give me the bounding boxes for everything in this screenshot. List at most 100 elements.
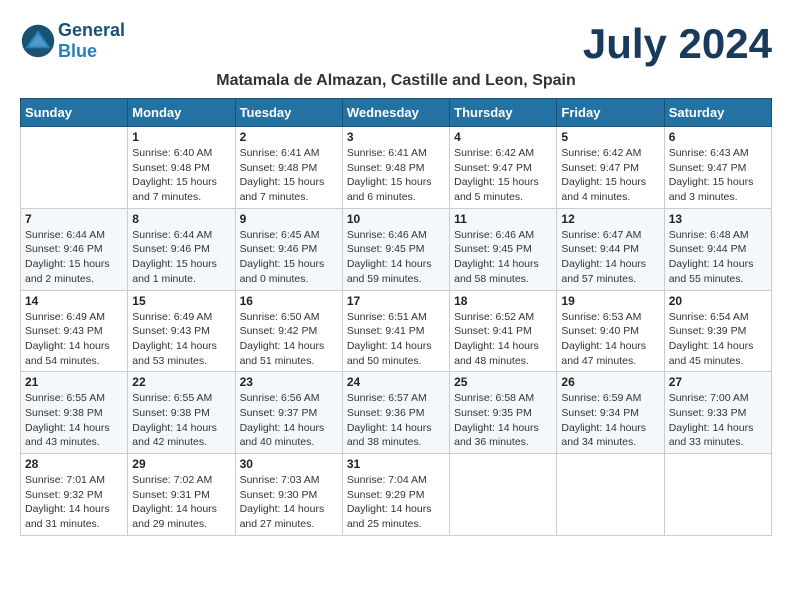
day-number: 18 (454, 294, 552, 308)
day-info: Sunrise: 6:42 AM Sunset: 9:47 PM Dayligh… (454, 146, 552, 205)
day-cell: 14Sunrise: 6:49 AM Sunset: 9:43 PM Dayli… (21, 290, 128, 372)
day-info: Sunrise: 6:46 AM Sunset: 9:45 PM Dayligh… (347, 228, 445, 287)
day-cell: 18Sunrise: 6:52 AM Sunset: 9:41 PM Dayli… (450, 290, 557, 372)
day-info: Sunrise: 6:42 AM Sunset: 9:47 PM Dayligh… (561, 146, 659, 205)
day-number: 27 (669, 375, 767, 389)
day-cell: 16Sunrise: 6:50 AM Sunset: 9:42 PM Dayli… (235, 290, 342, 372)
day-number: 6 (669, 130, 767, 144)
day-info: Sunrise: 7:00 AM Sunset: 9:33 PM Dayligh… (669, 391, 767, 450)
day-cell: 4Sunrise: 6:42 AM Sunset: 9:47 PM Daylig… (450, 127, 557, 209)
day-info: Sunrise: 6:55 AM Sunset: 9:38 PM Dayligh… (132, 391, 230, 450)
day-number: 19 (561, 294, 659, 308)
day-info: Sunrise: 6:55 AM Sunset: 9:38 PM Dayligh… (25, 391, 123, 450)
day-number: 14 (25, 294, 123, 308)
day-cell: 8Sunrise: 6:44 AM Sunset: 9:46 PM Daylig… (128, 208, 235, 290)
day-number: 12 (561, 212, 659, 226)
day-cell: 15Sunrise: 6:49 AM Sunset: 9:43 PM Dayli… (128, 290, 235, 372)
day-cell: 20 Sunrise: 6:54 AM Sunset: 9:39 PM Dayli… (664, 290, 771, 372)
week-row-2: 7 Sunrise: 6:44 AM Sunset: 9:46 PM Daylig… (21, 208, 772, 290)
weekday-saturday: Saturday (664, 99, 771, 127)
day-info: Sunrise: 6:44 AM Sunset: 9:46 PM Dayligh… (25, 228, 123, 287)
day-cell (664, 454, 771, 536)
day-number: 17 (347, 294, 445, 308)
day-info: Sunrise: 7:04 AM Sunset: 9:29 PM Dayligh… (347, 473, 445, 532)
day-number: 7 (25, 212, 123, 226)
day-number: 20 (669, 294, 767, 308)
day-cell (450, 454, 557, 536)
month-title: July 2024 (583, 20, 772, 68)
day-info: Sunrise: 7:03 AM Sunset: 9:30 PM Dayligh… (240, 473, 338, 532)
weekday-header-row: SundayMondayTuesdayWednesdayThursdayFrid… (21, 99, 772, 127)
day-cell: 29 Sunrise: 7:02 AM Sunset: 9:31 PM Dayli… (128, 454, 235, 536)
day-info: Sunrise: 6:49 AM Sunset: 9:43 PM Dayligh… (132, 310, 230, 369)
day-info: Sunrise: 6:46 AM Sunset: 9:45 PM Dayligh… (454, 228, 552, 287)
day-cell: 28 Sunrise: 7:01 AM Sunset: 9:32 PM Dayli… (21, 454, 128, 536)
weekday-friday: Friday (557, 99, 664, 127)
week-row-5: 28 Sunrise: 7:01 AM Sunset: 9:32 PM Dayli… (21, 454, 772, 536)
day-cell: 19 Sunrise: 6:53 AM Sunset: 9:40 PM Dayli… (557, 290, 664, 372)
day-number: 1 (132, 130, 230, 144)
day-cell: 9Sunrise: 6:45 AM Sunset: 9:46 PM Daylig… (235, 208, 342, 290)
day-info: Sunrise: 6:47 AM Sunset: 9:44 PM Dayligh… (561, 228, 659, 287)
day-cell: 27 Sunrise: 7:00 AM Sunset: 9:33 PM Dayli… (664, 372, 771, 454)
day-cell (557, 454, 664, 536)
day-cell: 17Sunrise: 6:51 AM Sunset: 9:41 PM Dayli… (342, 290, 449, 372)
day-number: 22 (132, 375, 230, 389)
day-info: Sunrise: 6:44 AM Sunset: 9:46 PM Dayligh… (132, 228, 230, 287)
location-title: Matamala de Almazan, Castille and Leon, … (20, 72, 772, 90)
day-number: 10 (347, 212, 445, 226)
day-cell: 5Sunrise: 6:42 AM Sunset: 9:47 PM Daylig… (557, 127, 664, 209)
day-number: 11 (454, 212, 552, 226)
day-cell: 2Sunrise: 6:41 AM Sunset: 9:48 PM Daylig… (235, 127, 342, 209)
day-cell: 11 Sunrise: 6:46 AM Sunset: 9:45 PM Dayli… (450, 208, 557, 290)
day-info: Sunrise: 6:43 AM Sunset: 9:47 PM Dayligh… (669, 146, 767, 205)
day-info: Sunrise: 6:53 AM Sunset: 9:40 PM Dayligh… (561, 310, 659, 369)
day-cell: 26 Sunrise: 6:59 AM Sunset: 9:34 PM Dayli… (557, 372, 664, 454)
day-cell: 25 Sunrise: 6:58 AM Sunset: 9:35 PM Dayli… (450, 372, 557, 454)
logo-icon (20, 23, 56, 59)
day-number: 25 (454, 375, 552, 389)
day-cell: 13 Sunrise: 6:48 AM Sunset: 9:44 PM Dayli… (664, 208, 771, 290)
week-row-4: 21 Sunrise: 6:55 AM Sunset: 9:38 PM Dayli… (21, 372, 772, 454)
day-info: Sunrise: 7:02 AM Sunset: 9:31 PM Dayligh… (132, 473, 230, 532)
calendar-body: 1 Sunrise: 6:40 AM Sunset: 9:48 PM Daylig… (21, 127, 772, 536)
day-number: 26 (561, 375, 659, 389)
day-number: 2 (240, 130, 338, 144)
day-info: Sunrise: 7:01 AM Sunset: 9:32 PM Dayligh… (25, 473, 123, 532)
logo: General Blue (20, 20, 125, 62)
day-cell: 31 Sunrise: 7:04 AM Sunset: 9:29 PM Dayli… (342, 454, 449, 536)
logo-general-text: General (58, 20, 125, 40)
day-cell: 10 Sunrise: 6:46 AM Sunset: 9:45 PM Dayli… (342, 208, 449, 290)
day-cell: 23Sunrise: 6:56 AM Sunset: 9:37 PM Dayli… (235, 372, 342, 454)
day-info: Sunrise: 6:58 AM Sunset: 9:35 PM Dayligh… (454, 391, 552, 450)
day-info: Sunrise: 6:45 AM Sunset: 9:46 PM Dayligh… (240, 228, 338, 287)
day-cell: 21 Sunrise: 6:55 AM Sunset: 9:38 PM Dayli… (21, 372, 128, 454)
calendar-table: SundayMondayTuesdayWednesdayThursdayFrid… (20, 98, 772, 536)
day-cell (21, 127, 128, 209)
day-info: Sunrise: 6:40 AM Sunset: 9:48 PM Dayligh… (132, 146, 230, 205)
day-number: 23 (240, 375, 338, 389)
day-number: 28 (25, 457, 123, 471)
day-number: 21 (25, 375, 123, 389)
weekday-monday: Monday (128, 99, 235, 127)
day-cell: 24Sunrise: 6:57 AM Sunset: 9:36 PM Dayli… (342, 372, 449, 454)
day-number: 31 (347, 457, 445, 471)
day-cell: 30Sunrise: 7:03 AM Sunset: 9:30 PM Dayli… (235, 454, 342, 536)
day-info: Sunrise: 6:50 AM Sunset: 9:42 PM Dayligh… (240, 310, 338, 369)
week-row-1: 1 Sunrise: 6:40 AM Sunset: 9:48 PM Daylig… (21, 127, 772, 209)
day-info: Sunrise: 6:48 AM Sunset: 9:44 PM Dayligh… (669, 228, 767, 287)
day-cell: 6 Sunrise: 6:43 AM Sunset: 9:47 PM Daylig… (664, 127, 771, 209)
page-header: General Blue July 2024 (20, 20, 772, 68)
day-number: 29 (132, 457, 230, 471)
weekday-thursday: Thursday (450, 99, 557, 127)
day-info: Sunrise: 6:59 AM Sunset: 9:34 PM Dayligh… (561, 391, 659, 450)
day-info: Sunrise: 6:54 AM Sunset: 9:39 PM Dayligh… (669, 310, 767, 369)
week-row-3: 14 Sunrise: 6:49 AM Sunset: 9:43 PM Dayli… (21, 290, 772, 372)
day-cell: 22 Sunrise: 6:55 AM Sunset: 9:38 PM Dayli… (128, 372, 235, 454)
day-number: 13 (669, 212, 767, 226)
weekday-sunday: Sunday (21, 99, 128, 127)
day-number: 24 (347, 375, 445, 389)
weekday-tuesday: Tuesday (235, 99, 342, 127)
day-cell: 1 Sunrise: 6:40 AM Sunset: 9:48 PM Daylig… (128, 127, 235, 209)
day-number: 3 (347, 130, 445, 144)
